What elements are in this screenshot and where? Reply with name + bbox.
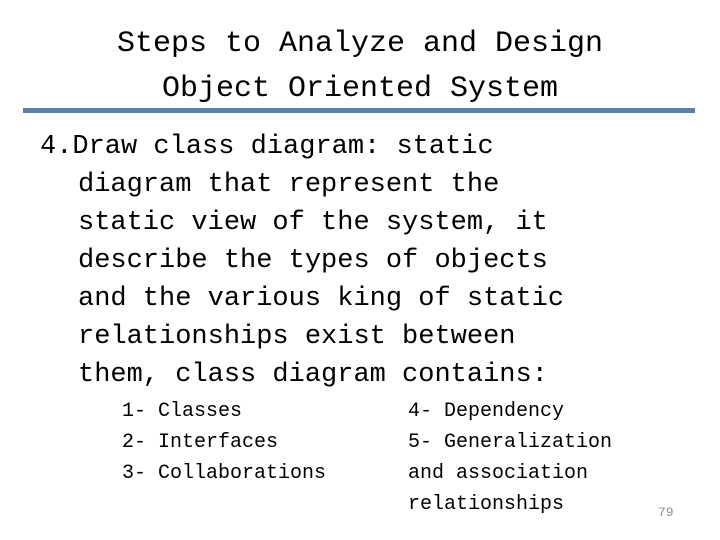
sublist-item: 5- Generalization: [408, 431, 613, 454]
body-line: static view of the system, it: [78, 208, 548, 238]
sublist-column-left: 1- Classes 2- Interfaces 3- Collaboratio…: [122, 396, 402, 489]
sublist-item: and association: [408, 462, 589, 485]
sublist-columns: 1- Classes 2- Interfaces 3- Collaboratio…: [0, 396, 720, 526]
page-number: 79: [658, 505, 674, 520]
slide-canvas: Steps to Analyze and Design Object Orien…: [0, 0, 720, 540]
slide-title: Steps to Analyze and Design Object Orien…: [0, 22, 720, 112]
body-line: relationships exist between: [78, 322, 516, 352]
body-line: 4.Draw class diagram: static: [40, 132, 494, 162]
sublist-item: 1- Classes: [122, 400, 243, 423]
body-line: describe the types of objects: [78, 246, 548, 276]
sublist-item: 2- Interfaces: [122, 431, 279, 454]
body-paragraph: 4.Draw class diagram: static diagram tha…: [40, 128, 690, 394]
body-line: and the various king of static: [78, 284, 565, 314]
body-line: them, class diagram contains:: [78, 360, 548, 390]
title-line-2: Object Oriented System: [161, 72, 559, 106]
sublist-column-right: 4- Dependency 5- Generalization and asso…: [408, 396, 698, 520]
title-line-1: Steps to Analyze and Design: [116, 27, 604, 61]
body-line: diagram that represent the: [78, 170, 500, 200]
sublist-item: 4- Dependency: [408, 400, 565, 423]
sublist-item: relationships: [408, 493, 565, 516]
title-divider-rule: [23, 108, 695, 113]
sublist-item: 3- Collaborations: [122, 462, 327, 485]
